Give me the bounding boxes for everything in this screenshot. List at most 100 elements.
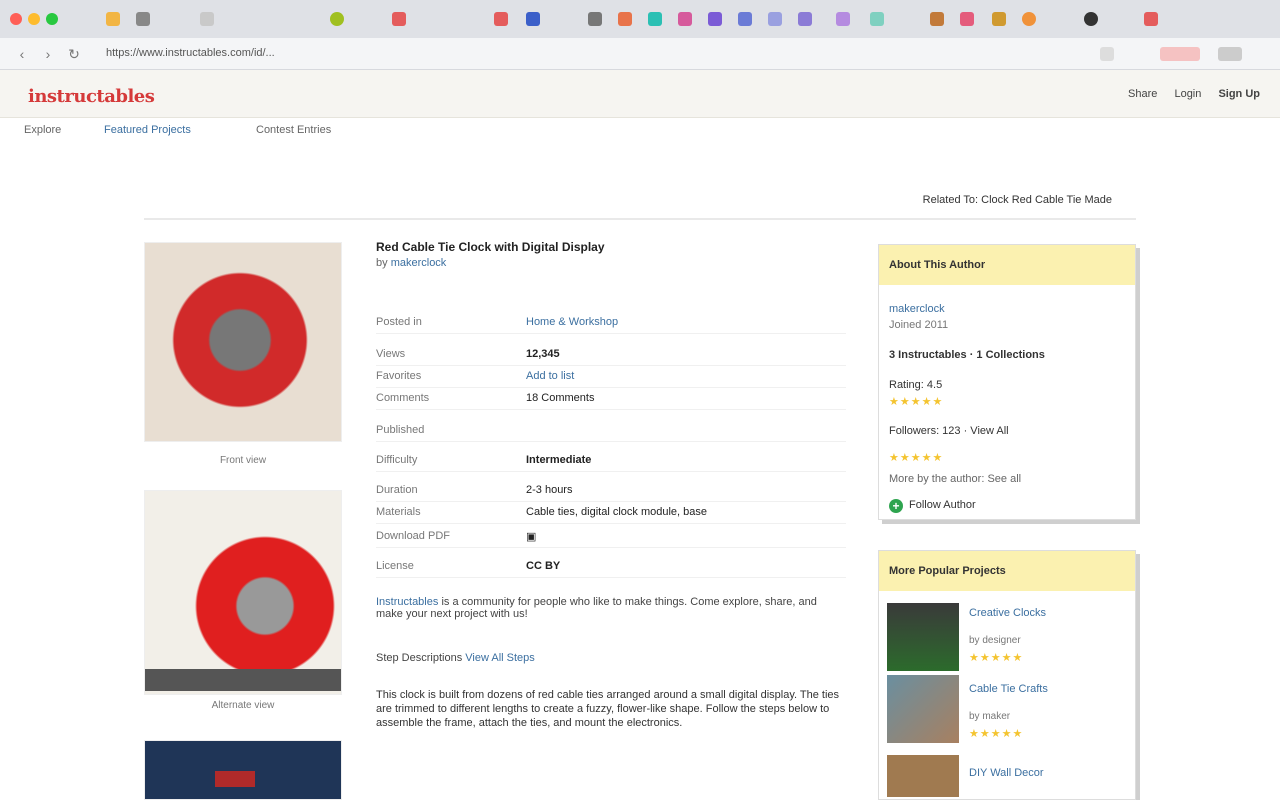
signup-link[interactable]: Sign Up [1218, 88, 1260, 100]
popular-thumbnail[interactable] [887, 603, 959, 671]
tab-favicon-icon[interactable] [1084, 12, 1098, 26]
detail-value: CC BY [526, 560, 561, 572]
tab-favicon-icon[interactable] [738, 12, 752, 26]
detail-value[interactable]: Add to list [526, 370, 574, 382]
detail-key: Comments [376, 392, 430, 404]
extension-icon[interactable] [1160, 47, 1200, 61]
detail-key: Download PDF [376, 530, 450, 542]
popular-projects-box: More Popular Projects Creative Clocks by… [878, 550, 1136, 800]
minimize-window-button[interactable] [28, 13, 40, 25]
header-links: Share Login Sign Up [1114, 88, 1260, 100]
close-window-button[interactable] [10, 13, 22, 25]
about-author-heading: About This Author [879, 245, 1135, 285]
tab-favicon-icon[interactable] [106, 12, 120, 26]
detail-row: Duration 2-3 hours [376, 480, 846, 502]
detail-key: Difficulty [376, 454, 418, 466]
tab-favicon-icon[interactable] [618, 12, 632, 26]
detail-row: Comments 18 Comments [376, 388, 846, 410]
detail-row: Favorites Add to list [376, 366, 846, 388]
project-byline: by makerclock [376, 257, 846, 269]
project-details: Red Cable Tie Clock with Digital Display… [376, 240, 846, 729]
tab-favicon-icon[interactable] [136, 12, 150, 26]
tab-favicon-icon[interactable] [708, 12, 722, 26]
community-link[interactable]: Instructables [376, 596, 438, 608]
steps-label: Step Descriptions [376, 652, 463, 664]
tab-favicon-icon[interactable] [678, 12, 692, 26]
author-stats: 3 Instructables · 1 Collections [889, 349, 1045, 361]
detail-key: Favorites [376, 370, 422, 382]
profile-icon[interactable] [1218, 47, 1242, 61]
tab-favicon-icon[interactable] [1022, 12, 1036, 26]
popular-heading: More Popular Projects [879, 551, 1135, 591]
detail-value[interactable]: Home & Workshop [526, 316, 618, 328]
popular-title[interactable]: DIY Wall Decor [969, 767, 1044, 779]
tab-favicon-icon[interactable] [798, 12, 812, 26]
follow-author-button[interactable]: Follow Author [909, 499, 976, 511]
detail-key: License [376, 560, 414, 572]
author-name-link[interactable]: makerclock [889, 303, 945, 315]
login-link[interactable]: Login [1174, 88, 1201, 100]
maximize-window-button[interactable] [46, 13, 58, 25]
related-text[interactable]: Related To: Clock Red Cable Tie Made [923, 194, 1112, 206]
tab-favicon-icon[interactable] [588, 12, 602, 26]
tab-favicon-icon[interactable] [930, 12, 944, 26]
project-description: This clock is built from dozens of red c… [376, 689, 840, 729]
popular-stars: ★★★★★ [969, 728, 1024, 740]
tab-favicon-icon[interactable] [768, 12, 782, 26]
project-title: Red Cable Tie Clock with Digital Display [376, 240, 605, 254]
reload-icon[interactable]: ↻ [66, 46, 82, 62]
tab-favicon-icon[interactable] [200, 12, 214, 26]
popular-title[interactable]: Creative Clocks [969, 607, 1046, 619]
table-edge [145, 669, 341, 691]
site-header: instructables Share Login Sign Up [0, 70, 1280, 118]
tab-favicon-icon[interactable] [870, 12, 884, 26]
tab-favicon-icon[interactable] [960, 12, 974, 26]
detail-row: License CC BY [376, 556, 846, 578]
browser-address-bar: ‹ › ↻ https://www.instructables.com/id/.… [0, 38, 1280, 70]
detail-value: Intermediate [526, 454, 592, 466]
author-rating: Rating: 4.5 [889, 379, 943, 391]
tab-favicon-icon[interactable] [992, 12, 1006, 26]
detail-row: Views 12,345 [376, 344, 846, 366]
bookmark-star-icon[interactable] [1100, 47, 1114, 61]
author-link[interactable]: makerclock [391, 257, 447, 269]
project-image-2[interactable] [144, 490, 342, 695]
detail-key: Posted in [376, 316, 422, 328]
view-steps-link[interactable]: View All Steps [465, 652, 535, 664]
about-author-box: About This Author makerclock Joined 2011… [878, 244, 1136, 520]
author-followers: Followers: 123 · View All [889, 425, 1009, 437]
author-joined: Joined 2011 [889, 319, 949, 331]
tab-favicon-icon[interactable] [648, 12, 662, 26]
tab-favicon-icon[interactable] [526, 12, 540, 26]
subnav-featured[interactable]: Featured Projects [104, 124, 191, 136]
more-by-author[interactable]: More by the author: See all [889, 473, 1021, 485]
share-link[interactable]: Share [1128, 88, 1157, 100]
forward-arrow-icon[interactable]: › [40, 46, 56, 62]
back-arrow-icon[interactable]: ‹ [14, 46, 30, 62]
project-image-3[interactable] [144, 740, 342, 800]
tab-favicon-icon[interactable] [330, 12, 344, 26]
tab-favicon-icon[interactable] [1144, 12, 1158, 26]
popular-title[interactable]: Cable Tie Crafts [969, 683, 1048, 695]
subnav-contests[interactable]: Contest Entries [256, 124, 331, 136]
plus-icon[interactable]: + [889, 499, 903, 513]
site-logo[interactable]: instructables [28, 86, 155, 107]
url-input[interactable]: https://www.instructables.com/id/... [96, 43, 1106, 65]
byline-prefix: by [376, 257, 388, 269]
detail-row: Published [376, 420, 846, 442]
download-pdf-icon[interactable]: ▣ [526, 530, 536, 543]
detail-value: 2-3 hours [526, 484, 573, 496]
browser-tab-bar [0, 0, 1280, 38]
tab-favicon-icon[interactable] [836, 12, 850, 26]
tab-favicon-icon[interactable] [392, 12, 406, 26]
detail-key: Duration [376, 484, 418, 496]
popular-thumbnail[interactable] [887, 755, 959, 797]
rating-stars: ★★★★★ [889, 452, 944, 464]
project-image-1[interactable] [144, 242, 342, 442]
red-clock-image [190, 531, 340, 681]
tab-favicon-icon[interactable] [494, 12, 508, 26]
community-note: Instructables is a community for people … [376, 596, 846, 620]
popular-thumbnail[interactable] [887, 675, 959, 743]
popular-stars: ★★★★★ [969, 652, 1024, 664]
subnav-explore[interactable]: Explore [24, 124, 61, 136]
